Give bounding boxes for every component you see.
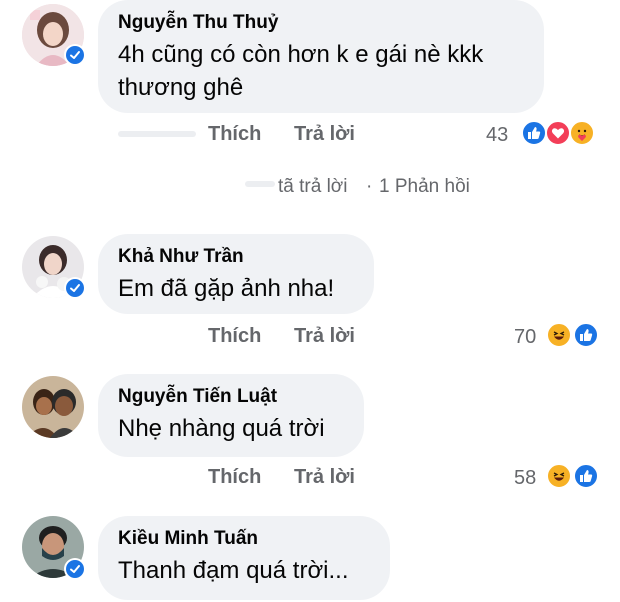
reaction-count[interactable]: 70 (514, 326, 536, 349)
verified-badge-icon (64, 277, 86, 299)
haha-icon[interactable] (546, 322, 572, 348)
comment-author[interactable]: Nguyễn Tiến Luật (118, 384, 340, 410)
comment-bubble: Nguyễn Thu Thuỷ 4h cũng có còn hơn k e g… (98, 0, 544, 113)
like-button[interactable]: Thích (208, 123, 261, 146)
verified-badge-icon (64, 44, 86, 66)
verified-badge-icon (64, 558, 86, 580)
comment-author[interactable]: Kiều Minh Tuấn (118, 526, 366, 552)
avatar-photo (22, 376, 84, 438)
comment-text: 4h cũng có còn hơn k e gái nè kkk (118, 41, 484, 68)
reaction-count[interactable]: 43 (486, 124, 508, 147)
reply-button[interactable]: Trả lời (294, 325, 355, 348)
comment-author[interactable]: Nguyễn Thu Thuỷ (118, 10, 520, 36)
separator: · (366, 176, 373, 197)
blurred-replier-avatar (245, 181, 275, 187)
replied-label[interactable]: tã trả lời (278, 176, 347, 198)
care-icon[interactable] (569, 120, 595, 146)
comment-author[interactable]: Khả Như Trần (118, 244, 350, 270)
avatar[interactable] (22, 376, 84, 438)
love-icon[interactable] (545, 120, 571, 146)
view-replies-link[interactable]: 1 Phản hồi (379, 176, 470, 198)
reply-button[interactable]: Trả lời (294, 466, 355, 489)
comment-text: Em đã gặp ảnh nha! (118, 275, 335, 302)
haha-icon[interactable] (546, 463, 572, 489)
comment-text: thương ghê (118, 74, 244, 101)
reply-button[interactable]: Trả lời (294, 123, 355, 146)
comment-bubble: Nguyễn Tiến Luật Nhẹ nhàng quá trời (98, 374, 364, 457)
like-icon[interactable] (573, 463, 599, 489)
like-button[interactable]: Thích (208, 325, 261, 348)
like-icon[interactable] (573, 322, 599, 348)
comment-text: Nhẹ nhàng quá trời (118, 415, 325, 442)
reaction-count[interactable]: 58 (514, 467, 536, 490)
blurred-timestamp (118, 131, 196, 137)
comment-bubble: Khả Như Trần Em đã gặp ảnh nha! (98, 234, 374, 314)
comment-bubble: Kiều Minh Tuấn Thanh đạm quá trời... (98, 516, 390, 600)
like-button[interactable]: Thích (208, 466, 261, 489)
comment-text: Thanh đạm quá trời... (118, 557, 349, 584)
like-icon[interactable] (521, 120, 547, 146)
